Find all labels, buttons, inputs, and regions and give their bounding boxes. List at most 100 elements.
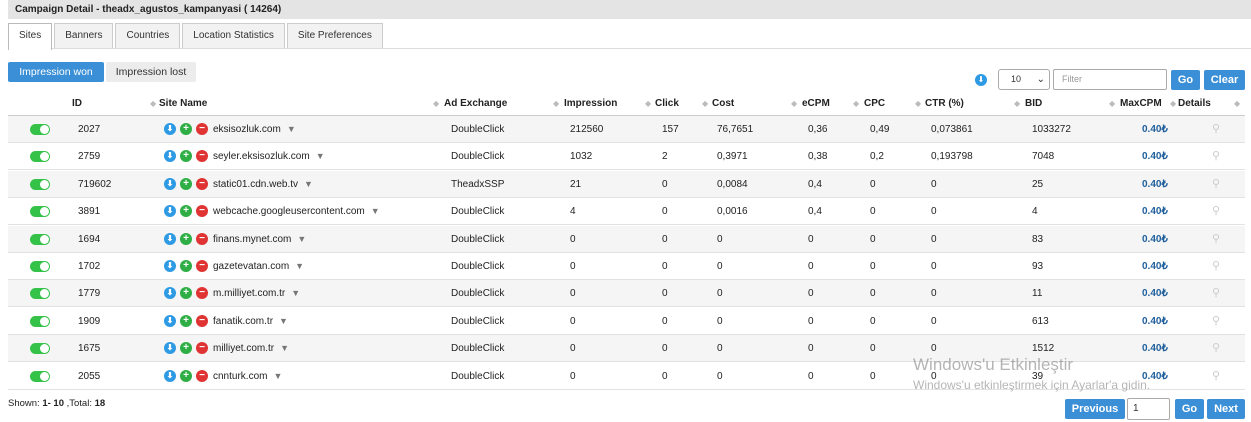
zoom-icon[interactable]: ⚲ [1212, 233, 1224, 245]
tab-location-statistics[interactable]: Location Statistics [182, 23, 285, 48]
go-button[interactable]: Go [1171, 70, 1200, 90]
column-header-ecpm[interactable]: eCPM [802, 92, 830, 115]
caret-down-icon[interactable]: ▼ [297, 234, 306, 244]
cell-site-name[interactable]: milliyet.com.tr ▼ [213, 335, 289, 362]
remove-icon[interactable]: − [196, 314, 208, 327]
zoom-icon[interactable]: ⚲ [1212, 287, 1224, 299]
column-header-cpc[interactable]: CPC [864, 92, 885, 115]
column-header-cost[interactable]: Cost [712, 92, 734, 115]
caret-down-icon[interactable]: ▼ [279, 316, 288, 326]
next-page-button[interactable]: Next [1207, 399, 1245, 419]
page-size-select[interactable]: 10 ⌄ [998, 69, 1050, 90]
cell-maxcpm[interactable]: 0.40₺ [1142, 143, 1168, 170]
remove-icon[interactable]: − [196, 177, 208, 190]
sort-icon[interactable]: ◆ [702, 92, 708, 115]
cell-maxcpm[interactable]: 0.40₺ [1142, 280, 1168, 307]
download-icon[interactable]: ⬇ [164, 369, 176, 382]
cell-site-name[interactable]: fanatik.com.tr ▼ [213, 308, 288, 335]
filter-input[interactable]: Filter [1053, 69, 1167, 90]
remove-icon[interactable]: − [196, 150, 208, 163]
column-header-ctr[interactable]: CTR (%) [925, 92, 964, 115]
active-toggle[interactable] [30, 233, 50, 245]
tab-countries[interactable]: Countries [115, 23, 181, 48]
download-icon[interactable]: ⬇ [164, 205, 176, 218]
cell-maxcpm[interactable]: 0.40₺ [1142, 253, 1168, 280]
caret-down-icon[interactable]: ▼ [295, 261, 304, 271]
zoom-icon[interactable]: ⚲ [1212, 150, 1224, 162]
download-icon[interactable]: ⬇ [164, 342, 176, 355]
remove-icon[interactable]: − [196, 205, 208, 218]
cell-maxcpm[interactable]: 0.40₺ [1142, 335, 1168, 362]
cell-site-name[interactable]: eksisozluk.com ▼ [213, 116, 296, 143]
download-icon[interactable]: ⬇ [164, 287, 176, 300]
sort-icon[interactable]: ◆ [1234, 92, 1240, 115]
caret-down-icon[interactable]: ▼ [287, 124, 296, 134]
add-icon[interactable]: + [180, 123, 192, 135]
clear-button[interactable]: Clear [1204, 70, 1245, 90]
add-icon[interactable]: + [180, 287, 192, 300]
active-toggle[interactable] [30, 206, 50, 218]
zoom-icon[interactable]: ⚲ [1212, 342, 1224, 354]
cell-maxcpm[interactable]: 0.40₺ [1142, 198, 1168, 225]
cell-maxcpm[interactable]: 0.40₺ [1142, 226, 1168, 253]
add-icon[interactable]: + [180, 232, 192, 245]
zoom-icon[interactable]: ⚲ [1212, 260, 1224, 272]
caret-down-icon[interactable]: ▼ [316, 151, 325, 161]
zoom-icon[interactable]: ⚲ [1212, 178, 1224, 190]
zoom-icon[interactable]: ⚲ [1212, 370, 1224, 382]
column-header-maxcpm[interactable]: MaxCPM [1120, 92, 1162, 115]
remove-icon[interactable]: − [196, 123, 208, 135]
impression-won-button[interactable]: Impression won [8, 62, 104, 82]
sort-icon[interactable]: ◆ [1109, 92, 1115, 115]
caret-down-icon[interactable]: ▼ [371, 206, 380, 216]
active-toggle[interactable] [30, 261, 50, 272]
sort-icon[interactable]: ◆ [853, 92, 859, 115]
page-number-input[interactable]: 1 [1127, 398, 1170, 420]
sort-icon[interactable]: ◆ [433, 92, 439, 115]
download-icon[interactable]: ⬇ [164, 123, 176, 135]
cell-site-name[interactable]: gazetevatan.com ▼ [213, 253, 304, 280]
remove-icon[interactable]: − [196, 232, 208, 245]
add-icon[interactable]: + [180, 260, 192, 272]
impression-lost-button[interactable]: Impression lost [106, 62, 196, 82]
active-toggle[interactable] [30, 151, 50, 163]
zoom-icon[interactable]: ⚲ [1212, 205, 1224, 217]
cell-site-name[interactable]: seyler.eksisozluk.com ▼ [213, 143, 325, 170]
download-icon[interactable]: ⬇ [164, 260, 176, 272]
add-icon[interactable]: + [180, 342, 192, 355]
caret-down-icon[interactable]: ▼ [280, 343, 289, 353]
cell-site-name[interactable]: webcache.googleusercontent.com ▼ [213, 198, 380, 225]
add-icon[interactable]: + [180, 177, 192, 190]
remove-icon[interactable]: − [196, 287, 208, 300]
caret-down-icon[interactable]: ▼ [273, 371, 282, 381]
cell-maxcpm[interactable]: 0.40₺ [1142, 116, 1168, 143]
add-icon[interactable]: + [180, 369, 192, 382]
remove-icon[interactable]: − [196, 260, 208, 272]
tab-sites[interactable]: Sites [8, 23, 53, 50]
caret-down-icon[interactable]: ▼ [291, 288, 300, 298]
active-toggle[interactable] [30, 288, 50, 300]
cell-site-name[interactable]: m.milliyet.com.tr ▼ [213, 280, 300, 307]
add-icon[interactable]: + [180, 150, 192, 163]
sort-icon[interactable]: ◆ [1014, 92, 1020, 115]
cell-maxcpm[interactable]: 0.40₺ [1142, 171, 1168, 198]
sort-icon[interactable]: ◆ [645, 92, 651, 115]
column-header-id[interactable]: ID [72, 92, 82, 115]
active-toggle[interactable] [30, 315, 50, 327]
column-header-site-name[interactable]: Site Name [159, 92, 207, 115]
download-icon[interactable]: ⬇ [975, 74, 987, 86]
download-icon[interactable]: ⬇ [164, 150, 176, 163]
cell-site-name[interactable]: static01.cdn.web.tv ▼ [213, 171, 313, 198]
download-icon[interactable]: ⬇ [164, 177, 176, 190]
remove-icon[interactable]: − [196, 369, 208, 382]
sort-icon[interactable]: ◆ [1170, 92, 1176, 115]
add-icon[interactable]: + [180, 314, 192, 327]
cell-maxcpm[interactable]: 0.40₺ [1142, 308, 1168, 335]
download-icon[interactable]: ⬇ [164, 232, 176, 245]
column-header-impression[interactable]: Impression [564, 92, 617, 115]
remove-icon[interactable]: − [196, 342, 208, 355]
zoom-icon[interactable]: ⚲ [1212, 123, 1224, 135]
cell-site-name[interactable]: cnnturk.com ▼ [213, 363, 282, 390]
cell-site-name[interactable]: finans.mynet.com ▼ [213, 226, 306, 253]
previous-page-button[interactable]: Previous [1065, 399, 1125, 419]
